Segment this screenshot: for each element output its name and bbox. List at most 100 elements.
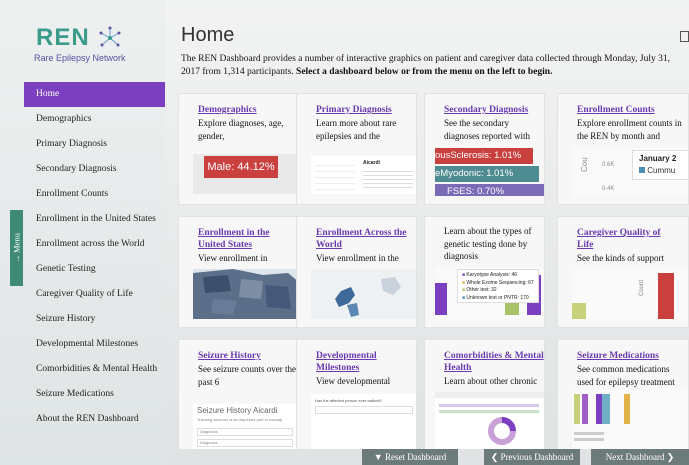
card-title[interactable]: Secondary Diagnosis bbox=[444, 104, 544, 116]
card-desc: View enrollment in the bbox=[316, 253, 399, 263]
card-enrollment-us[interactable]: Enrollment in the United States View enr… bbox=[178, 216, 299, 328]
next-dashboard-button[interactable]: Next Dashboard ❯ bbox=[591, 449, 689, 465]
card-title[interactable]: Seizure History bbox=[198, 350, 298, 362]
thumb-bar bbox=[439, 410, 539, 413]
sidebar-item-developmental-milestones[interactable]: Developmental Milestones bbox=[24, 332, 165, 357]
ren-logo[interactable]: REN Rare Epilepsy Network bbox=[34, 24, 156, 68]
thumb-axis-label: Count bbox=[639, 279, 646, 297]
legend-text: Unknown test or PNTR: 170 bbox=[466, 294, 529, 301]
sidebar-nav: Home Demographics Primary Diagnosis Seco… bbox=[24, 82, 165, 432]
thumb-tooltip-legend: Cummu bbox=[639, 166, 675, 175]
legend-item: ■ Unknown test or PNTR: 170 bbox=[462, 294, 529, 301]
chevron-left-icon: ❮ bbox=[490, 452, 499, 462]
legend-item: ■ Karyotype Analysis: 46 bbox=[462, 272, 518, 278]
chevron-right-icon: ❯ bbox=[666, 452, 675, 462]
sidebar-item-seizure-medications[interactable]: Seizure Medications bbox=[24, 382, 165, 407]
logo-text: REN bbox=[36, 24, 90, 51]
card-desc: See seizure counts over the past 6 bbox=[198, 364, 296, 387]
thumb-tick: 0.4K bbox=[602, 186, 615, 192]
card-caregiver-qol[interactable]: Caregiver Quality of Life See the kinds … bbox=[557, 216, 689, 328]
thumb-bar-2: eMyodonic: 1.01% bbox=[435, 166, 539, 182]
sidebar-item-comorbidities[interactable]: Comorbidities & Mental Health bbox=[24, 357, 165, 382]
thumb-bar bbox=[602, 394, 610, 424]
thumb-legend-text: Cummu bbox=[647, 166, 676, 175]
reset-dashboard-button[interactable]: ▼ Reset Dashboard bbox=[362, 449, 458, 465]
sidebar-item-genetic-testing[interactable]: Genetic Testing bbox=[24, 257, 165, 282]
card-thumbnail: Seizure History Aicardi Tracking seizure… bbox=[193, 404, 298, 449]
card-seizure-medications[interactable]: Seizure Medications See common medicatio… bbox=[557, 339, 689, 450]
previous-dashboard-button[interactable]: ❮ Previous Dashboard bbox=[484, 449, 580, 465]
thumb-donut bbox=[488, 417, 516, 445]
sidebar-item-seizure-history[interactable]: Seizure History bbox=[24, 307, 165, 332]
network-star-icon bbox=[99, 26, 121, 47]
thumb-label: Aicardi bbox=[363, 160, 380, 166]
card-title[interactable]: Caregiver Quality of Life bbox=[577, 227, 677, 251]
card-thumbnail bbox=[435, 392, 544, 449]
sidebar-item-enrollment-counts[interactable]: Enrollment Counts bbox=[24, 182, 165, 207]
card-title[interactable]: Enrollment in the United States bbox=[198, 227, 298, 251]
card-desc: See the kinds of support bbox=[577, 253, 664, 263]
thumb-tooltip-title: January 2 bbox=[639, 154, 677, 163]
legend-text: Whole Exome Sequencing: 67 bbox=[466, 279, 534, 286]
thumb-legend-line bbox=[574, 432, 604, 435]
menu-tab-label: Menu bbox=[11, 232, 22, 253]
thumb-bar-3: FSES: 0.70% bbox=[435, 184, 544, 196]
menu-arrow-icon: → bbox=[11, 252, 22, 264]
card-desc: Learn more about rare epilepsies and the bbox=[316, 118, 397, 141]
card-developmental-milestones[interactable]: Developmental Milestones View developmen… bbox=[296, 339, 417, 450]
card-title[interactable]: Demographics bbox=[198, 104, 298, 116]
card-comorbidities[interactable]: Comorbidities & Mental Health Learn abou… bbox=[424, 339, 545, 450]
legend-text: Other test: 32 bbox=[466, 287, 497, 293]
card-secondary-diagnosis[interactable]: Secondary Diagnosis See the secondary di… bbox=[424, 93, 545, 205]
thumb-legend-line bbox=[574, 438, 604, 441]
thumb-title: Seizure History Aicardi bbox=[197, 406, 278, 415]
card-desc: View developmental bbox=[316, 376, 391, 386]
previous-label: Previous Dashboard bbox=[500, 452, 574, 462]
filter-icon: ▼ bbox=[373, 452, 383, 462]
card-desc: View enrollment in bbox=[198, 253, 268, 263]
thumb-field: Diagnosis bbox=[197, 428, 293, 436]
card-enrollment-world[interactable]: Enrollment Across the World View enrollm… bbox=[296, 216, 417, 328]
thumb-bar bbox=[439, 404, 539, 407]
logo-subtitle: Rare Epilepsy Network bbox=[34, 53, 126, 63]
card-enrollment-counts[interactable]: Enrollment Counts Explore enrollment cou… bbox=[557, 93, 689, 205]
card-thumbnail: ■ Karyotype Analysis: 46 ■ Whole Exome S… bbox=[435, 267, 544, 319]
thumb-label: Male: 44.12% bbox=[204, 156, 278, 178]
thumb-field bbox=[315, 406, 413, 414]
card-desc: See common medications used for epilepsy… bbox=[577, 364, 675, 387]
thumb-axis-label: Cou bbox=[580, 157, 589, 172]
sidebar-item-home[interactable]: Home bbox=[24, 82, 165, 107]
world-map-thumbnail bbox=[311, 269, 416, 319]
card-title[interactable]: Developmental Milestones bbox=[316, 350, 416, 374]
card-title[interactable]: Seizure Medications bbox=[577, 350, 677, 362]
card-genetic-testing[interactable]: Learn about the types of genetic testing… bbox=[424, 216, 545, 328]
page-title: Home bbox=[181, 24, 235, 46]
card-demographics[interactable]: Demographics Explore diagnoses, age, gen… bbox=[178, 93, 299, 205]
card-title[interactable]: Comorbidities & Mental Health bbox=[444, 350, 544, 374]
sidebar-item-enrollment-us[interactable]: Enrollment in the United States bbox=[24, 207, 165, 232]
sidebar-item-secondary-diagnosis[interactable]: Secondary Diagnosis bbox=[24, 157, 165, 182]
legend-text: Karyotype Analysis: 46 bbox=[466, 272, 518, 278]
card-title[interactable]: Enrollment Counts bbox=[577, 104, 677, 116]
menu-toggle-tab[interactable]: → Menu bbox=[10, 210, 23, 286]
card-seizure-history[interactable]: Seizure History See seizure counts over … bbox=[178, 339, 299, 450]
card-desc: Explore diagnoses, age, gender, bbox=[198, 118, 284, 141]
thumb-question: Has the affected person ever walked? bbox=[315, 398, 383, 403]
card-title[interactable]: Enrollment Across the World bbox=[316, 227, 416, 251]
export-icon[interactable] bbox=[680, 31, 689, 42]
sidebar-item-caregiver-qol[interactable]: Caregiver Quality of Life bbox=[24, 282, 165, 307]
thumb-legend: ■ Karyotype Analysis: 46 ■ Whole Exome S… bbox=[457, 269, 539, 303]
card-thumbnail: Aicardi bbox=[311, 156, 416, 194]
intro-text: The REN Dashboard provides a number of i… bbox=[181, 53, 681, 79]
thumb-tooltip: January 2 Cummu bbox=[632, 150, 688, 180]
reset-label: Reset Dashboard bbox=[384, 452, 447, 462]
card-desc: Explore enrollment counts in the REN by … bbox=[577, 118, 682, 141]
sidebar-item-about[interactable]: About the REN Dashboard bbox=[24, 407, 165, 432]
card-desc: Learn about the types of genetic testing… bbox=[444, 226, 532, 261]
thumb-bar-1: ousSclerosis: 1.01% bbox=[435, 148, 533, 164]
card-title[interactable]: Primary Diagnosis bbox=[316, 104, 416, 116]
card-primary-diagnosis[interactable]: Primary Diagnosis Learn more about rare … bbox=[296, 93, 417, 205]
sidebar-item-primary-diagnosis[interactable]: Primary Diagnosis bbox=[24, 132, 165, 157]
sidebar-item-enrollment-world[interactable]: Enrollment across the World bbox=[24, 232, 165, 257]
sidebar-item-demographics[interactable]: Demographics bbox=[24, 107, 165, 132]
